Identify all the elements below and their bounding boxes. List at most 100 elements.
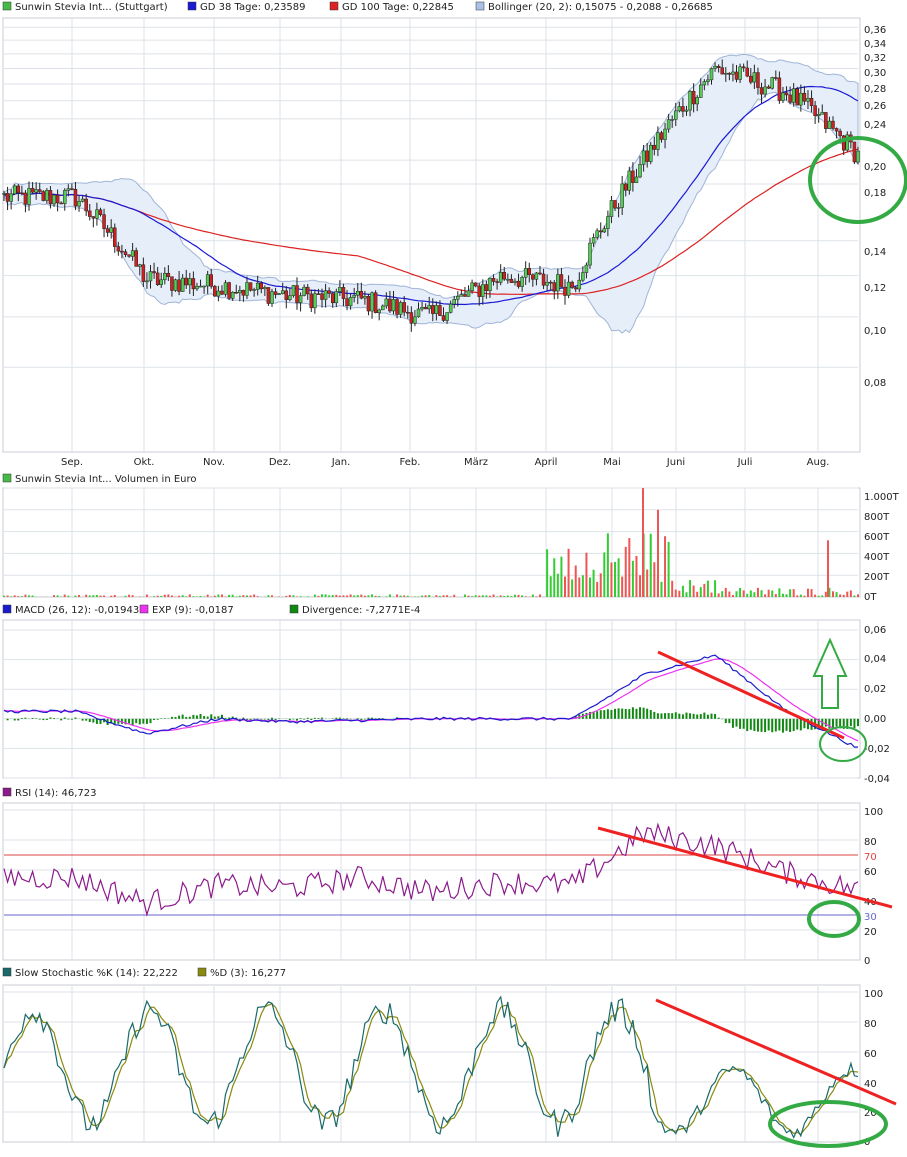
- volume-bar: [246, 595, 248, 597]
- volume-bar: [171, 596, 173, 597]
- volume-bar: [493, 594, 495, 597]
- candle-body: [306, 287, 309, 294]
- volume-bar: [475, 595, 477, 597]
- divergence-bar: [196, 716, 198, 719]
- volume-bar: [153, 596, 155, 597]
- candle-body: [124, 252, 127, 255]
- candle-body: [174, 280, 177, 291]
- volume-bar: [110, 596, 112, 597]
- y-tick-label: 0,08: [864, 378, 886, 389]
- divergence-bar: [53, 718, 55, 719]
- divergence-bar: [857, 719, 859, 726]
- x-axis-months: Sep. Okt. Nov. Dez. Jan. Feb. März April…: [61, 457, 829, 468]
- candle-body: [153, 271, 156, 272]
- volume-bar: [568, 549, 570, 597]
- volume-bar: [532, 595, 534, 597]
- candle-body: [642, 151, 645, 165]
- divergence-bar: [292, 719, 294, 720]
- volume-bar: [846, 592, 848, 597]
- candle-body: [674, 111, 677, 119]
- candle-body: [714, 66, 717, 68]
- volume-bar: [207, 595, 209, 597]
- macd-line: [4, 655, 858, 747]
- candle-body: [567, 282, 570, 295]
- candle-body: [217, 291, 220, 296]
- volume-bar: [518, 595, 520, 597]
- candle-body: [74, 189, 77, 206]
- divergence-bar: [60, 719, 62, 721]
- candle-body: [581, 273, 584, 281]
- divergence-bar: [764, 719, 766, 732]
- divergence-bar: [74, 718, 76, 719]
- candle-body: [117, 247, 120, 252]
- volume-bar: [450, 596, 452, 597]
- candle-body: [671, 119, 674, 120]
- volume-bar: [228, 595, 230, 597]
- volume-bar: [746, 594, 748, 597]
- volume-bar: [761, 590, 763, 597]
- volume-bar: [28, 595, 30, 597]
- candle-body: [78, 201, 81, 206]
- candle-body: [667, 120, 670, 129]
- candle-body: [471, 283, 474, 291]
- candle-body: [313, 294, 316, 308]
- candle-body: [553, 283, 556, 291]
- volume-bar: [235, 596, 237, 597]
- candle-body: [267, 287, 270, 303]
- volume-bar: [560, 557, 562, 597]
- volume-bar: [443, 595, 445, 597]
- x-tick-label: Mai: [603, 457, 621, 468]
- volume-bar: [221, 594, 223, 597]
- candle-body: [739, 67, 742, 80]
- candle-body: [235, 292, 238, 293]
- volume-bar: [53, 595, 55, 597]
- divergence-bar: [225, 718, 227, 719]
- candle-body: [363, 296, 366, 298]
- divergence-bar: [375, 718, 377, 719]
- candle-body: [199, 286, 202, 287]
- divergence-bar: [728, 719, 730, 723]
- legend-exp: EXP (9): -0,0187: [152, 605, 234, 616]
- y-tick-label: 0,30: [864, 68, 886, 79]
- volume-bar: [710, 593, 712, 597]
- candle-body: [463, 294, 466, 296]
- volume-bar: [821, 595, 823, 597]
- divergence-bar: [657, 713, 659, 719]
- candle-body: [321, 294, 324, 300]
- volume-bar: [618, 558, 620, 597]
- volume-bar: [239, 596, 241, 597]
- volume-bar: [564, 577, 566, 597]
- candle-body: [6, 193, 9, 201]
- candle-body: [24, 193, 27, 204]
- candle-body: [760, 88, 763, 95]
- volume-bar: [378, 596, 380, 597]
- y-tick-label: 0,36: [864, 25, 886, 36]
- x-tick-label: Nov.: [203, 457, 225, 468]
- y-tick-label: 0,20: [864, 162, 886, 173]
- divergence-bar: [671, 713, 673, 719]
- divergence-bar: [703, 713, 705, 719]
- divergence-bar: [271, 718, 273, 719]
- candle-body: [717, 66, 720, 67]
- candle-body: [814, 106, 817, 116]
- volume-peak-bar: [642, 488, 644, 597]
- candle-body: [606, 217, 609, 229]
- volume-bar: [736, 591, 738, 597]
- candle-body: [696, 97, 699, 104]
- volume-bar: [539, 594, 541, 597]
- divergence-bar: [646, 709, 648, 719]
- candle-body: [170, 277, 173, 291]
- volume-bar: [74, 596, 76, 597]
- volume-bar: [375, 596, 377, 597]
- divergence-bar: [96, 719, 98, 724]
- volume-bar: [850, 590, 852, 597]
- rsi-ref-30-label: 30: [864, 912, 877, 923]
- candle-body: [256, 283, 259, 289]
- candle-body: [195, 286, 198, 289]
- candle-body: [113, 228, 116, 247]
- y-tick-label: 40: [864, 1079, 877, 1090]
- volume-bar: [639, 575, 641, 597]
- price-y-axis: 0,36 0,34 0,32 0,30 0,28 0,26 0,24 0,20 …: [864, 25, 886, 389]
- divergence-bar: [175, 717, 177, 719]
- volume-bar: [178, 596, 180, 597]
